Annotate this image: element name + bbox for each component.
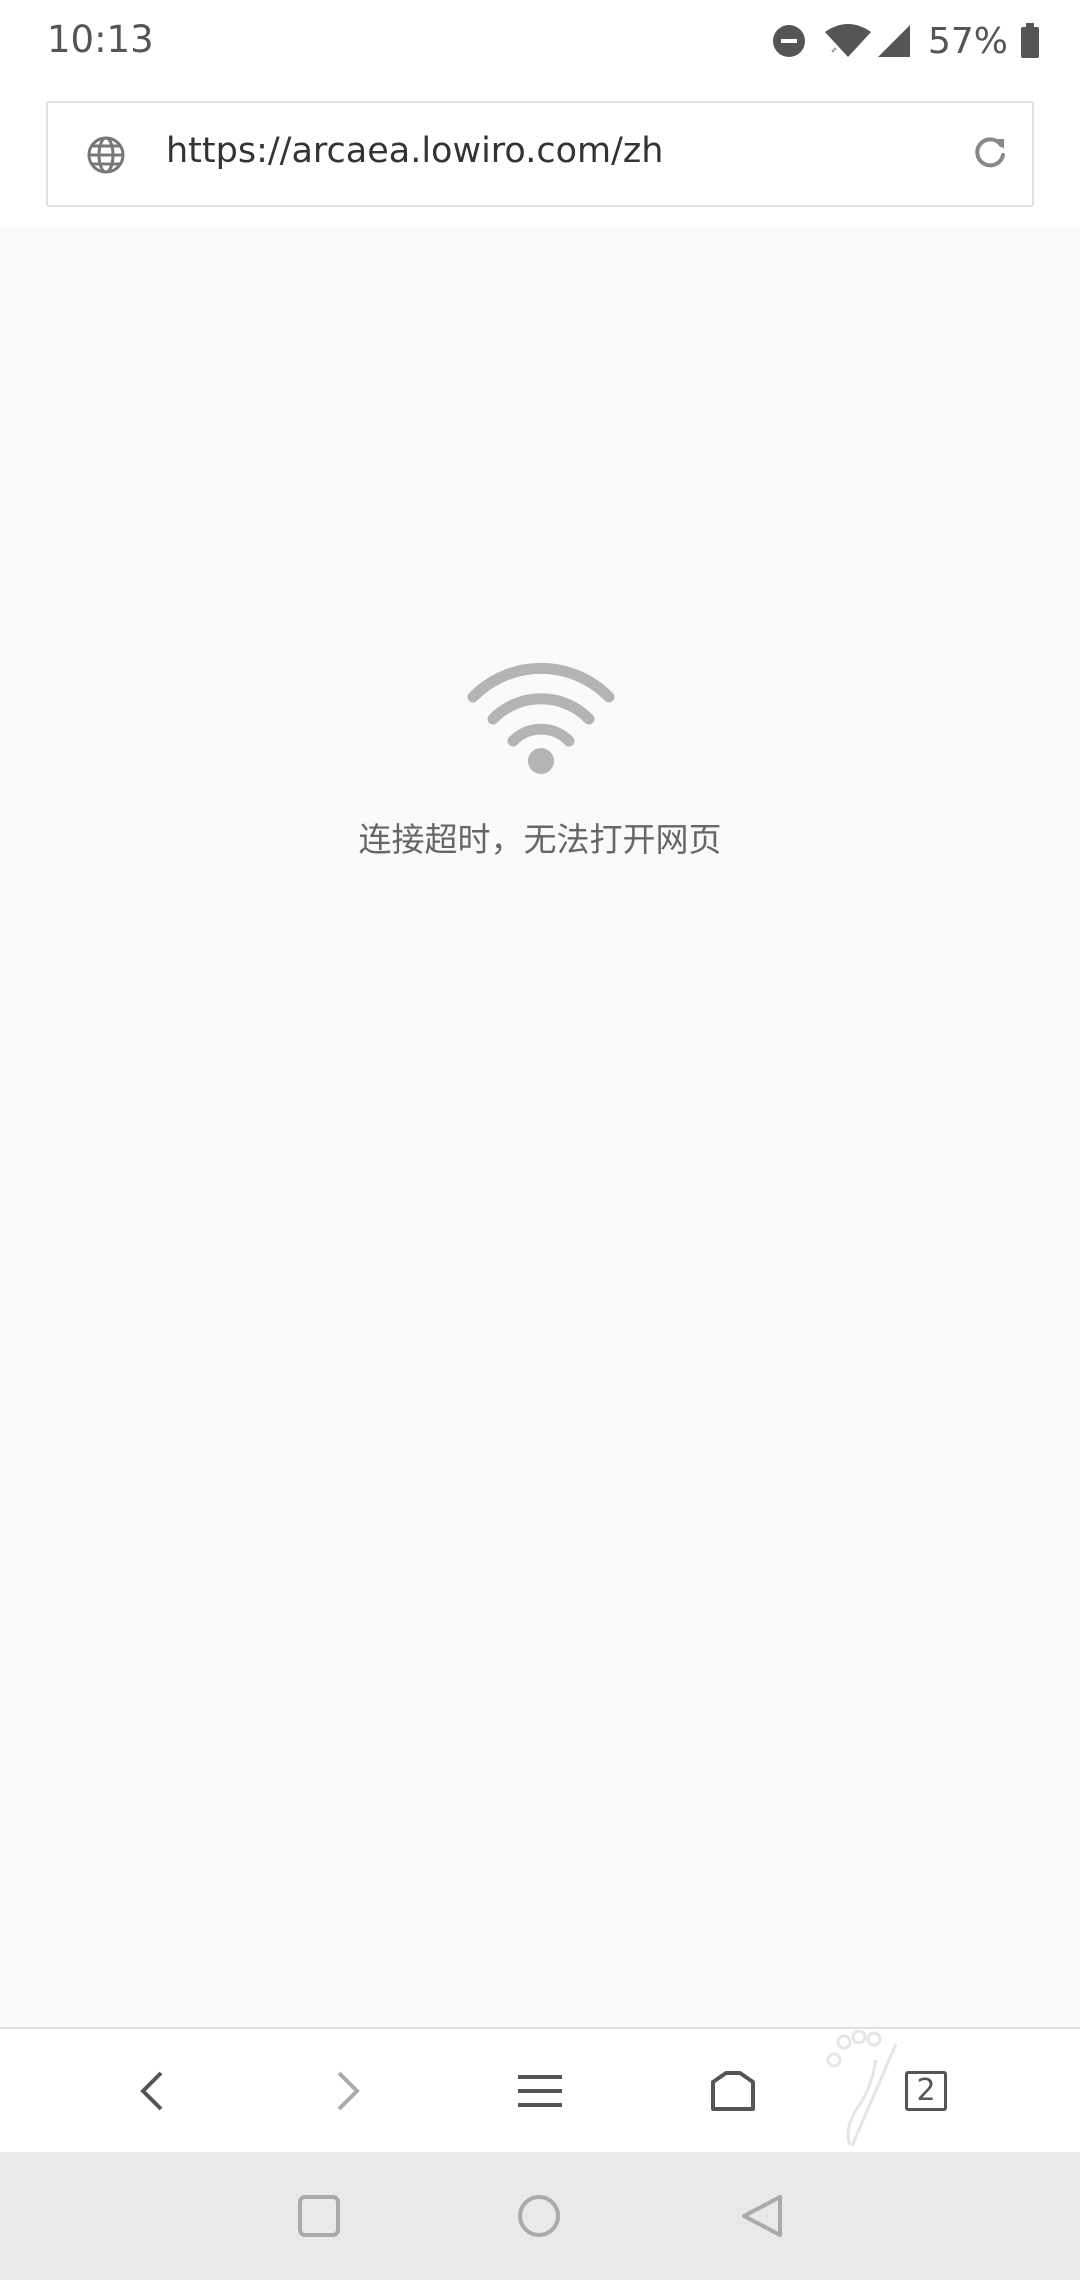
wifi-icon bbox=[467, 662, 615, 774]
status-time: 10:13 bbox=[47, 18, 154, 61]
back-icon bbox=[140, 2071, 163, 2111]
globe-icon bbox=[87, 136, 125, 174]
reload-icon[interactable] bbox=[970, 133, 1010, 173]
footprint-watermark bbox=[826, 2030, 898, 2147]
menu-icon bbox=[518, 2075, 562, 2107]
forward-button[interactable] bbox=[308, 2051, 388, 2131]
back-nav-button[interactable] bbox=[730, 2184, 794, 2248]
status-bar: 10:13 57% bbox=[0, 0, 1080, 82]
back-triangle-icon bbox=[742, 2195, 782, 2237]
recents-button[interactable] bbox=[287, 2184, 351, 2248]
home-icon bbox=[711, 2071, 755, 2111]
system-nav-bar bbox=[0, 2152, 1080, 2280]
status-icons: 57% bbox=[772, 16, 1040, 66]
address-bar[interactable]: https://arcaea.lowiro.com/zh bbox=[46, 101, 1034, 207]
cellular-signal-icon bbox=[877, 25, 910, 57]
address-bar-area: https://arcaea.lowiro.com/zh bbox=[0, 82, 1080, 227]
error-page: 连接超时，无法打开网页 bbox=[0, 227, 1080, 2027]
home-circle-icon bbox=[518, 2195, 560, 2237]
battery-icon bbox=[1021, 23, 1039, 58]
do-not-disturb-icon bbox=[772, 25, 805, 57]
error-message: 连接超时，无法打开网页 bbox=[358, 820, 722, 859]
menu-button[interactable] bbox=[500, 2051, 580, 2131]
home-button[interactable] bbox=[693, 2051, 773, 2131]
wifi-icon bbox=[824, 24, 871, 57]
forward-icon bbox=[337, 2071, 360, 2111]
battery-percent: 57% bbox=[927, 20, 1008, 62]
home-nav-button[interactable] bbox=[507, 2184, 571, 2248]
back-button[interactable] bbox=[112, 2051, 192, 2131]
url-text[interactable]: https://arcaea.lowiro.com/zh bbox=[166, 131, 663, 171]
recents-icon bbox=[298, 2195, 340, 2237]
